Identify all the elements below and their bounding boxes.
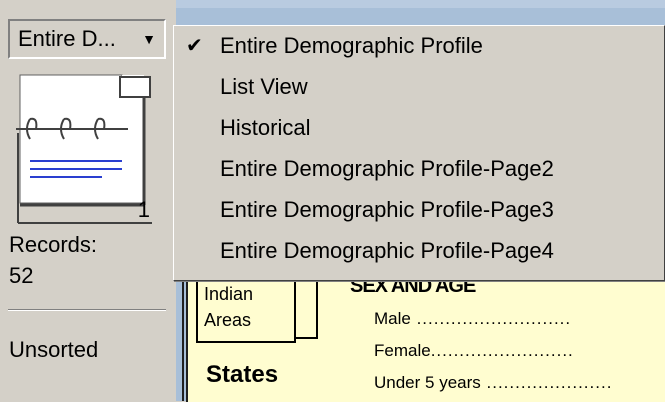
menu-item-label: Historical: [220, 115, 311, 140]
row-label: Under 5 years: [374, 373, 481, 392]
menu-item-label: List View: [220, 74, 308, 99]
menu-item-label: Entire Demographic Profile-Page2: [220, 156, 554, 181]
records-label: Records:: [9, 232, 98, 257]
row-leader: .........................: [430, 341, 574, 360]
data-row-under-5: Under 5 years ......................: [374, 373, 665, 393]
panel-divider: [8, 309, 166, 311]
menu-item-page3[interactable]: Entire Demographic Profile-Page3: [174, 192, 662, 228]
menu-item-page2[interactable]: Entire Demographic Profile-Page2: [174, 151, 662, 187]
menu-item-label: Entire Demographic Profile-Page4: [220, 238, 554, 263]
layout-divider-horizontal: [296, 337, 318, 339]
content-top-edge: [176, 0, 665, 8]
chevron-down-icon[interactable]: ▼: [142, 31, 156, 47]
menu-item-page4[interactable]: Entire Demographic Profile-Page4: [174, 233, 662, 269]
layout-select-value: Entire D...: [18, 26, 116, 51]
menu-item-label: Entire Demographic Profile: [220, 33, 483, 58]
layout-canvas: Indian Areas SEX AND AGE States Male ...…: [186, 262, 665, 402]
menu-item-entire-demographic-profile[interactable]: ✔ Entire Demographic Profile: [174, 28, 662, 64]
status-toolbar: Entire D... ▼ 1 Records: 52 Unsorted: [0, 0, 175, 401]
row-label: Female: [374, 341, 431, 360]
row-leader: ...........................: [410, 309, 572, 328]
layout-select[interactable]: Entire D... ▼: [8, 19, 166, 59]
row-leader: ......................: [480, 373, 613, 392]
indian-areas-box: Indian Areas: [196, 281, 296, 343]
layout-dropdown-menu: ✔ Entire Demographic Profile List View H…: [173, 25, 665, 281]
menu-item-label: Entire Demographic Profile-Page3: [220, 197, 554, 222]
sort-status: Unsorted: [9, 337, 99, 362]
data-row-male: Male ...........................: [374, 309, 665, 329]
menu-item-historical[interactable]: Historical: [174, 110, 662, 146]
indian-areas-line1: Indian: [204, 284, 254, 304]
indian-areas-line2: Areas: [204, 310, 252, 330]
records-count: 52: [9, 263, 34, 288]
menu-item-list-view[interactable]: List View: [174, 69, 662, 105]
states-label: States: [206, 361, 279, 388]
check-icon: ✔: [186, 35, 203, 57]
data-row-female: Female.........................: [374, 341, 665, 361]
page-number: 1: [137, 197, 150, 222]
row-label: Male: [374, 309, 411, 328]
